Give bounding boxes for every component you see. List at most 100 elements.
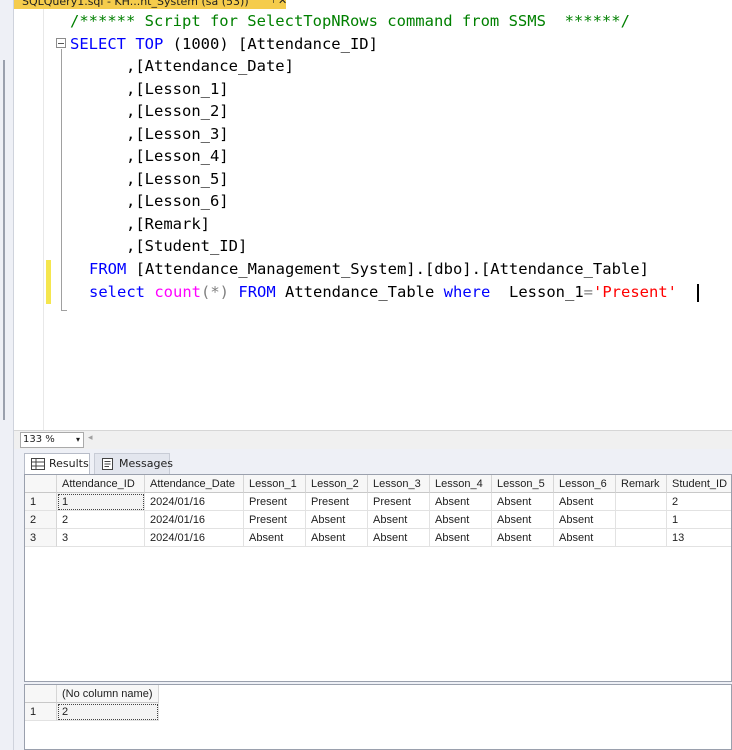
grid-cell[interactable]: Absent bbox=[306, 511, 368, 529]
code-operator: = bbox=[583, 283, 594, 301]
column-header[interactable]: Lesson_6 bbox=[554, 475, 616, 493]
results-grid[interactable]: Attendance_ID Attendance_Date Lesson_1 L… bbox=[24, 474, 732, 682]
code-line-9: ,[Lesson_6] bbox=[70, 190, 229, 212]
left-window-edge bbox=[0, 0, 14, 750]
document-tab[interactable]: SQLQuery1.sql - KH...nt_System (sa (53))… bbox=[14, 0, 286, 9]
code-text: Lesson_1 bbox=[490, 283, 584, 301]
string-literal: 'Present' bbox=[593, 283, 678, 301]
code-line-13: select count(*) FROM Attendance_Table wh… bbox=[89, 281, 677, 303]
grid-cell[interactable]: 2024/01/16 bbox=[145, 493, 244, 511]
grid-cell[interactable]: 1 bbox=[57, 493, 145, 511]
grid-cell[interactable]: Absent bbox=[430, 511, 492, 529]
code-line-12: FROM [Attendance_Management_System].[dbo… bbox=[89, 258, 649, 280]
column-header[interactable]: Lesson_3 bbox=[368, 475, 430, 493]
grid-cell[interactable]: Present bbox=[368, 493, 430, 511]
zoom-value: 133 % bbox=[23, 434, 55, 445]
fold-guide-end bbox=[61, 310, 67, 311]
grid-cell[interactable]: 2024/01/16 bbox=[145, 529, 244, 547]
grid-icon bbox=[31, 458, 45, 470]
pin-icon[interactable]: ⊣ bbox=[266, 0, 275, 6]
grid-cell[interactable]: 2 bbox=[57, 511, 145, 529]
keyword-where: where bbox=[443, 283, 491, 301]
comment-text: /****** Script for SelectTopNRows comman… bbox=[70, 12, 630, 30]
column-header[interactable]: Attendance_Date bbox=[145, 475, 244, 493]
grid-cell[interactable]: Absent bbox=[368, 529, 430, 547]
column-header[interactable]: Lesson_1 bbox=[244, 475, 306, 493]
scroll-left-icon[interactable]: ◂ bbox=[88, 433, 93, 443]
keyword-from: FROM bbox=[238, 283, 276, 301]
chevron-down-icon: ▾ bbox=[75, 435, 80, 444]
code-line-8: ,[Lesson_5] bbox=[70, 168, 229, 190]
grid-corner[interactable] bbox=[25, 685, 57, 703]
code-line-11: ,[Student_ID] bbox=[70, 235, 247, 257]
zoom-bar: 133 % ▾ ◂ bbox=[14, 430, 732, 449]
column-header[interactable]: (No column name) bbox=[57, 685, 159, 703]
code-line-10: ,[Remark] bbox=[70, 213, 210, 235]
row-header[interactable]: 1 bbox=[25, 703, 57, 721]
grid-cell[interactable]: Present bbox=[306, 493, 368, 511]
grid-cell[interactable]: Absent bbox=[492, 493, 554, 511]
code-text: ,[Attendance_Date] bbox=[70, 57, 294, 75]
grid-cell[interactable]: Absent bbox=[430, 493, 492, 511]
grid-cell[interactable]: 3 bbox=[57, 529, 145, 547]
grid-cell[interactable]: Absent bbox=[306, 529, 368, 547]
tab-messages[interactable]: Messages bbox=[94, 453, 173, 475]
editor-margin bbox=[14, 9, 44, 430]
fold-guide-line bbox=[61, 49, 62, 311]
column-header[interactable]: Lesson_5 bbox=[492, 475, 554, 493]
column-header[interactable]: Remark bbox=[616, 475, 667, 493]
column-header[interactable]: Attendance_ID bbox=[57, 475, 145, 493]
code-text: ,[Lesson_5] bbox=[70, 170, 229, 188]
column-header[interactable]: Lesson_4 bbox=[430, 475, 492, 493]
grid-cell[interactable]: Absent bbox=[554, 511, 616, 529]
keyword-select-top: SELECT TOP bbox=[70, 35, 164, 53]
column-header[interactable]: Student_ID bbox=[667, 475, 731, 493]
keyword-select: select bbox=[89, 283, 145, 301]
grid-cell[interactable]: Absent bbox=[492, 529, 554, 547]
code-text: Attendance_Table bbox=[275, 283, 444, 301]
count-result-grid[interactable]: (No column name) 1 2 bbox=[24, 684, 732, 750]
text-caret bbox=[697, 284, 699, 302]
code-text: ,[Remark] bbox=[70, 215, 210, 233]
change-indicator-bar bbox=[46, 260, 51, 304]
tab-results[interactable]: Results bbox=[24, 453, 90, 475]
messages-icon bbox=[102, 458, 113, 470]
grid-cell[interactable]: Absent bbox=[430, 529, 492, 547]
grid-cell[interactable]: 1 bbox=[667, 511, 731, 529]
sql-editor[interactable]: /****** Script for SelectTopNRows comman… bbox=[44, 9, 732, 430]
keyword-from: FROM bbox=[89, 260, 127, 278]
grid-cell[interactable] bbox=[616, 493, 667, 511]
row-header[interactable]: 2 bbox=[25, 511, 57, 529]
outline-marker bbox=[3, 60, 5, 420]
code-line-6: ,[Lesson_3] bbox=[70, 123, 229, 145]
row-header[interactable]: 1 bbox=[25, 493, 57, 511]
grid-cell[interactable]: Absent bbox=[244, 529, 306, 547]
code-text: ,[Lesson_6] bbox=[70, 192, 229, 210]
close-icon[interactable]: ✕ bbox=[278, 0, 286, 7]
grid-cell[interactable] bbox=[616, 511, 667, 529]
row-header[interactable]: 3 bbox=[25, 529, 57, 547]
grid-cell[interactable]: Present bbox=[244, 493, 306, 511]
collapse-toggle-icon[interactable] bbox=[56, 38, 66, 48]
grid-cell[interactable]: 2 bbox=[57, 703, 159, 721]
grid-cell[interactable]: Absent bbox=[492, 511, 554, 529]
grid-cell[interactable]: Absent bbox=[368, 511, 430, 529]
grid-cell[interactable]: Present bbox=[244, 511, 306, 529]
function-count: count bbox=[154, 283, 202, 301]
grid-cell[interactable]: Absent bbox=[554, 493, 616, 511]
grid-corner[interactable] bbox=[25, 475, 57, 493]
zoom-select[interactable]: 133 % ▾ bbox=[20, 432, 84, 448]
code-text: ,[Lesson_3] bbox=[70, 125, 229, 143]
grid-cell[interactable]: Absent bbox=[554, 529, 616, 547]
grid-cell[interactable]: 13 bbox=[667, 529, 731, 547]
grid-cell[interactable] bbox=[616, 529, 667, 547]
code-text: ,[Lesson_2] bbox=[70, 102, 229, 120]
grid-cell[interactable]: 2024/01/16 bbox=[145, 511, 244, 529]
code-text: ,[Lesson_4] bbox=[70, 147, 229, 165]
column-header[interactable]: Lesson_2 bbox=[306, 475, 368, 493]
code-text: ,[Lesson_1] bbox=[70, 80, 229, 98]
tab-results-label: Results bbox=[49, 457, 89, 470]
document-tab-title: SQLQuery1.sql - KH...nt_System (sa (53)) bbox=[22, 0, 249, 8]
grid-cell[interactable]: 2 bbox=[667, 493, 731, 511]
code-operator: (*) bbox=[201, 283, 230, 301]
